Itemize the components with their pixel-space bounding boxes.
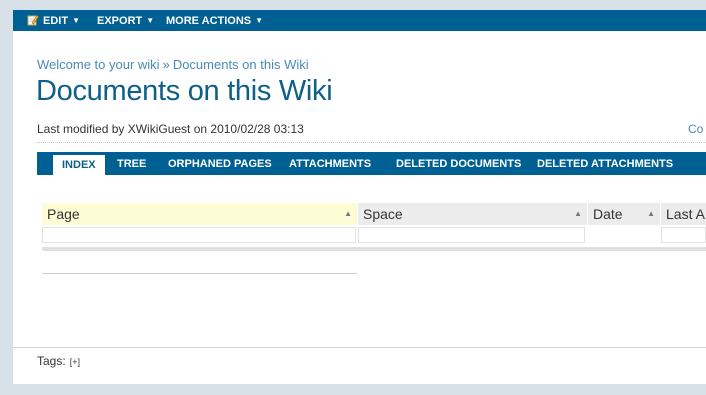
page-filter-input[interactable] — [42, 227, 356, 243]
tab-bar: INDEX TREE ORPHANED PAGES ATTACHMENTS DE… — [37, 152, 706, 175]
sort-arrow-icon: ▲ — [574, 209, 582, 218]
more-actions-menu-label: MORE ACTIONS — [166, 15, 252, 27]
add-tag-button[interactable]: [+] — [70, 357, 80, 367]
chevron-down-icon: ▼ — [146, 16, 155, 25]
grid-footer-bar — [42, 247, 706, 251]
tab-orphaned-pages[interactable]: ORPHANED PAGES — [168, 152, 272, 175]
pagination-divider — [42, 273, 357, 274]
pencil-icon — [27, 13, 39, 26]
chevron-down-icon: ▼ — [255, 16, 264, 25]
column-header-page[interactable]: Page ▲ — [42, 203, 357, 225]
breadcrumb-separator: » — [162, 57, 170, 72]
breadcrumb-current-link[interactable]: Documents on this Wiki — [173, 57, 309, 72]
export-menu-label: EXPORT — [97, 15, 143, 27]
space-filter-input[interactable] — [358, 227, 585, 243]
divider — [37, 142, 706, 143]
edit-menu-label: EDIT — [43, 15, 69, 27]
export-menu[interactable]: EXPORT ▼ — [97, 10, 154, 31]
column-header-label: Space — [363, 206, 403, 222]
main-content: Welcome to your wiki» Documents on this W… — [13, 31, 706, 384]
column-header-date[interactable]: Date ▲ — [588, 203, 660, 225]
column-header-space[interactable]: Space ▲ — [358, 203, 587, 225]
edit-menu[interactable]: EDIT ▼ — [27, 10, 80, 31]
column-header-label: Date — [593, 206, 623, 222]
breadcrumb: Welcome to your wiki» Documents on this W… — [37, 57, 309, 72]
tab-tree[interactable]: TREE — [117, 152, 146, 175]
chevron-down-icon: ▼ — [72, 16, 80, 25]
column-header-label: Page — [47, 206, 80, 222]
breadcrumb-home-link[interactable]: Welcome to your wiki — [37, 57, 160, 72]
divider — [13, 347, 706, 348]
tab-attachments[interactable]: ATTACHMENTS — [289, 152, 371, 175]
tab-deleted-documents[interactable]: DELETED DOCUMENTS — [396, 152, 521, 175]
tab-deleted-attachments[interactable]: DELETED ATTACHMENTS — [537, 152, 673, 175]
sort-arrow-icon: ▲ — [647, 209, 655, 218]
tab-index[interactable]: INDEX — [53, 155, 105, 175]
more-actions-menu[interactable]: MORE ACTIONS ▼ — [166, 10, 263, 31]
page-title: Documents on this Wiki — [36, 75, 333, 107]
sort-arrow-icon: ▲ — [344, 209, 352, 218]
column-header-label: Last A — [666, 206, 705, 222]
last-author-filter-input[interactable] — [661, 227, 706, 243]
last-modified-info: Last modified by XWikiGuest on 2010/02/2… — [37, 122, 304, 136]
tags-label: Tags: — [37, 354, 66, 368]
column-header-last-author[interactable]: Last A — [661, 203, 706, 225]
action-menu-bar: EDIT ▼ EXPORT ▼ MORE ACTIONS ▼ — [13, 10, 706, 31]
comments-link[interactable]: Co — [688, 122, 703, 136]
tags-section: Tags: [+] — [37, 354, 80, 368]
